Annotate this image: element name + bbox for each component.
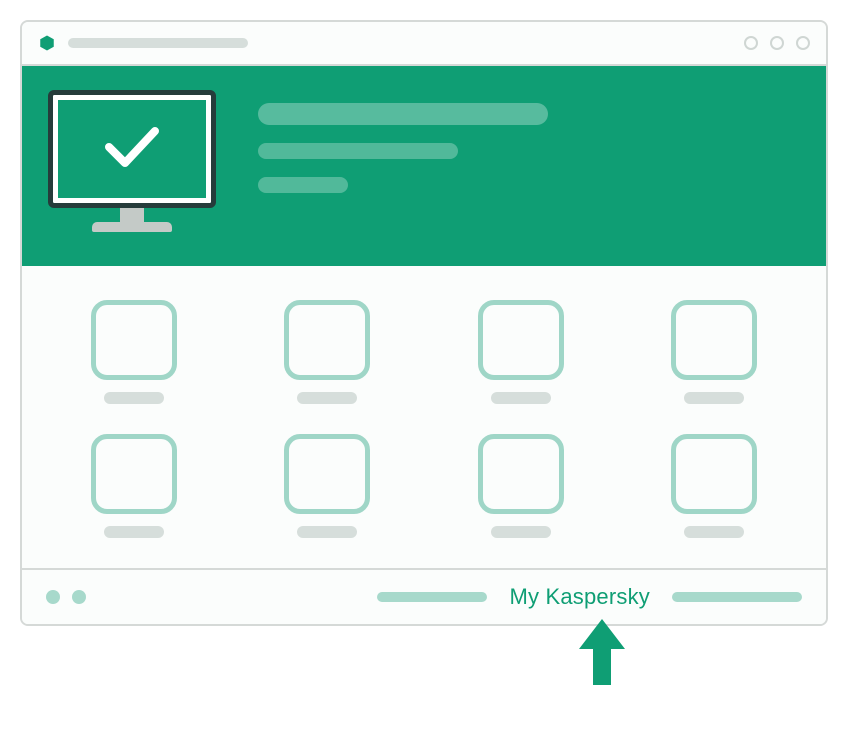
feature-tile-box bbox=[478, 434, 564, 514]
app-window: My Kaspersky bbox=[20, 20, 828, 626]
footer-link-placeholder[interactable] bbox=[672, 592, 802, 602]
main-area bbox=[22, 266, 826, 568]
protected-monitor-illustration bbox=[48, 90, 216, 232]
banner-text-placeholders bbox=[258, 103, 548, 193]
feature-tile[interactable] bbox=[91, 300, 177, 404]
feature-tile[interactable] bbox=[478, 300, 564, 404]
feature-tile-box bbox=[91, 300, 177, 380]
feature-tile-box bbox=[91, 434, 177, 514]
banner-subtitle-placeholder bbox=[258, 143, 458, 159]
status-banner bbox=[22, 66, 826, 266]
footer: My Kaspersky bbox=[22, 568, 826, 624]
feature-tile[interactable] bbox=[284, 434, 370, 538]
status-dot[interactable] bbox=[46, 590, 60, 604]
feature-tile-label-placeholder bbox=[491, 526, 551, 538]
checkmark-icon bbox=[97, 117, 167, 182]
my-kaspersky-link[interactable]: My Kaspersky bbox=[509, 584, 650, 610]
feature-tile[interactable] bbox=[478, 434, 564, 538]
window-maximize-button[interactable] bbox=[770, 36, 784, 50]
status-dot[interactable] bbox=[72, 590, 86, 604]
banner-title-placeholder bbox=[258, 103, 548, 125]
feature-tile[interactable] bbox=[671, 434, 757, 538]
feature-tile-box bbox=[478, 300, 564, 380]
feature-tile-label-placeholder bbox=[684, 526, 744, 538]
window-minimize-button[interactable] bbox=[744, 36, 758, 50]
hexagon-icon bbox=[38, 34, 56, 52]
banner-detail-placeholder bbox=[258, 177, 348, 193]
feature-tile-box bbox=[284, 300, 370, 380]
feature-tile[interactable] bbox=[671, 300, 757, 404]
app-title-placeholder bbox=[68, 38, 248, 48]
feature-tile[interactable] bbox=[91, 434, 177, 538]
monitor-stand-base bbox=[92, 222, 172, 232]
feature-tile-box bbox=[671, 434, 757, 514]
feature-tile-label-placeholder bbox=[104, 392, 164, 404]
feature-tile-label-placeholder bbox=[491, 392, 551, 404]
feature-tile-label-placeholder bbox=[297, 526, 357, 538]
window-close-button[interactable] bbox=[796, 36, 810, 50]
footer-status-dots bbox=[46, 590, 86, 604]
feature-tile[interactable] bbox=[284, 300, 370, 404]
callout-arrow-icon bbox=[577, 619, 627, 694]
feature-tile-label-placeholder bbox=[684, 392, 744, 404]
feature-tile-box bbox=[284, 434, 370, 514]
feature-tile-box bbox=[671, 300, 757, 380]
feature-tile-grid bbox=[72, 300, 776, 538]
window-controls bbox=[744, 36, 810, 50]
monitor-screen bbox=[48, 90, 216, 208]
monitor-stand-neck bbox=[120, 208, 144, 222]
footer-link-placeholder[interactable] bbox=[377, 592, 487, 602]
feature-tile-label-placeholder bbox=[104, 526, 164, 538]
titlebar bbox=[22, 22, 826, 66]
feature-tile-label-placeholder bbox=[297, 392, 357, 404]
